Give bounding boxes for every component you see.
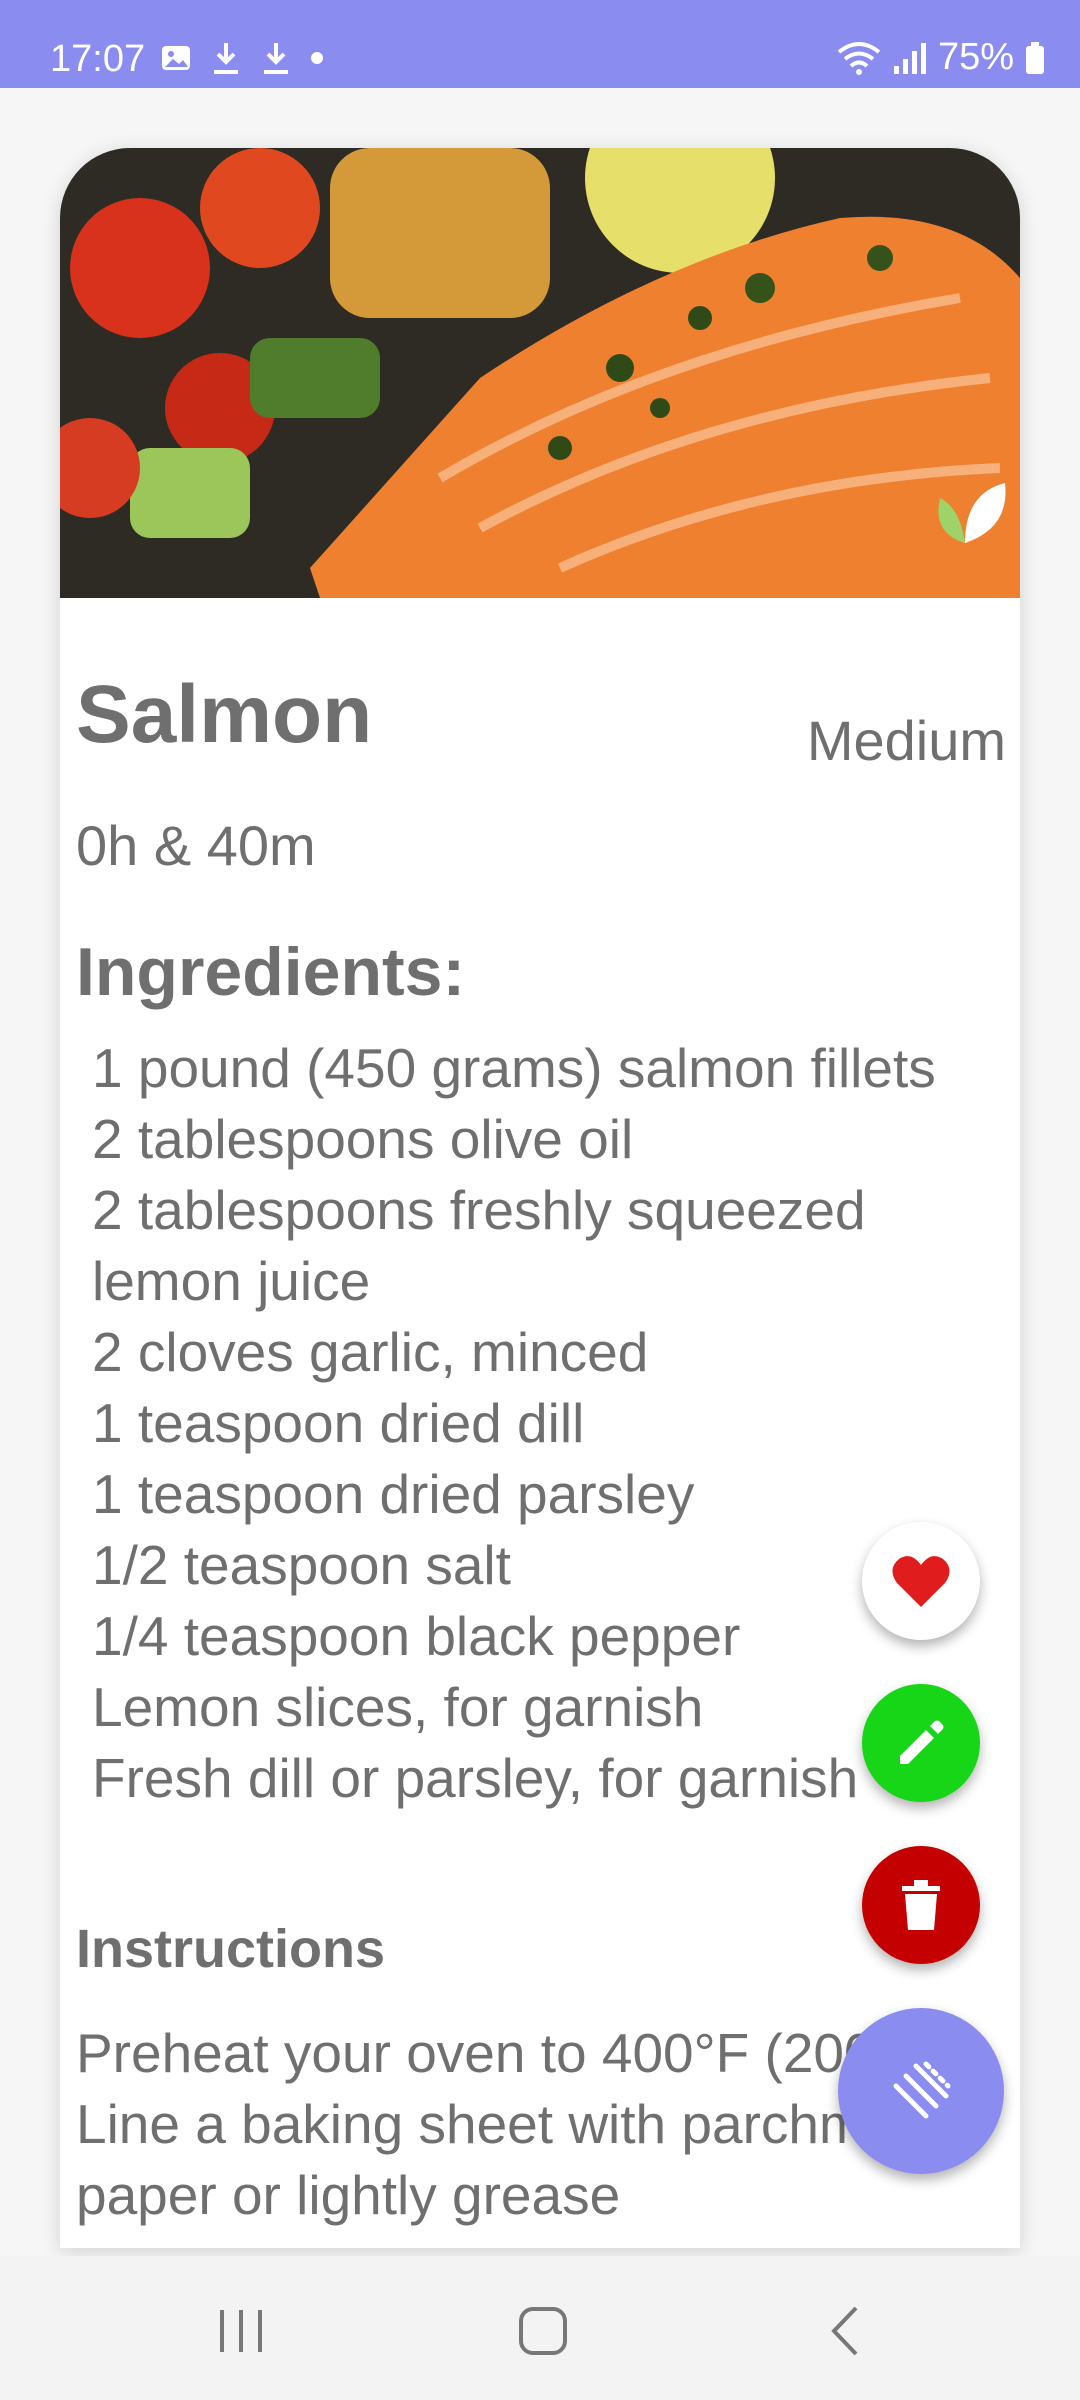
status-system-icons: 75% <box>836 36 1046 79</box>
edit-button[interactable] <box>862 1684 980 1802</box>
recipe-image <box>60 148 1020 598</box>
pencil-icon <box>900 1720 944 1764</box>
cucumber-shape <box>130 448 250 538</box>
potato-shape <box>330 148 550 318</box>
cucumber-shape <box>250 338 380 418</box>
battery-icon <box>1026 41 1044 74</box>
status-time: 17:07 <box>50 38 146 80</box>
ingredients-heading: Ingredients: <box>76 934 466 1010</box>
recipe-difficulty: Medium <box>806 709 1006 772</box>
tomato-shape <box>200 148 320 268</box>
back-icon <box>831 2306 858 2356</box>
status-bar: 17:07 75% <box>0 0 1080 88</box>
menu-lines-icon <box>893 2061 951 2119</box>
gallery-icon <box>162 46 190 70</box>
back-button[interactable] <box>806 2296 886 2366</box>
recent-apps-button[interactable] <box>201 2296 281 2366</box>
ingredient-item: 1/2 teaspoon salt <box>92 1534 511 1596</box>
battery-percent: 75% <box>937 36 1014 78</box>
dot-icon <box>311 52 323 64</box>
ingredients-list: 1 pound (450 grams) salmon fillets 2 tab… <box>92 1033 972 1814</box>
tomato-shape <box>70 198 210 338</box>
recent-apps-icon <box>220 2310 262 2352</box>
recipe-title: Salmon <box>76 669 373 760</box>
ingredient-item: 2 tablespoons olive oil <box>92 1108 634 1170</box>
ingredient-item: 1 teaspoon dried dill <box>92 1392 585 1454</box>
signal-icon <box>893 42 926 74</box>
ingredient-item: 2 tablespoons freshly squeezed lemon jui… <box>92 1179 866 1312</box>
home-button[interactable] <box>503 2296 583 2366</box>
home-icon <box>519 2307 567 2355</box>
ingredient-item: 1 teaspoon dried parsley <box>92 1463 695 1525</box>
trash-icon <box>902 1880 940 1930</box>
instructions-heading: Instructions <box>76 1919 386 1979</box>
navigation-bar <box>0 2256 1080 2400</box>
favorite-button[interactable] <box>862 1522 980 1640</box>
recipe-duration: 0h & 40m <box>76 814 316 877</box>
actions-menu-button[interactable] <box>838 2008 1004 2174</box>
heart-icon <box>892 1556 950 1607</box>
ingredient-item: Fresh dill or parsley, for garnish <box>92 1747 859 1809</box>
ingredient-item: 1 pound (450 grams) salmon fillets <box>92 1037 936 1099</box>
ingredient-item: Lemon slices, for garnish <box>92 1676 704 1738</box>
download-icon <box>214 43 238 74</box>
ingredient-item: 2 cloves garlic, minced <box>92 1321 649 1383</box>
delete-button[interactable] <box>862 1846 980 1964</box>
wifi-icon <box>837 41 881 75</box>
status-notification-icons <box>160 40 324 76</box>
ingredient-item: 1/4 teaspoon black pepper <box>92 1605 741 1667</box>
download-icon <box>264 43 288 74</box>
